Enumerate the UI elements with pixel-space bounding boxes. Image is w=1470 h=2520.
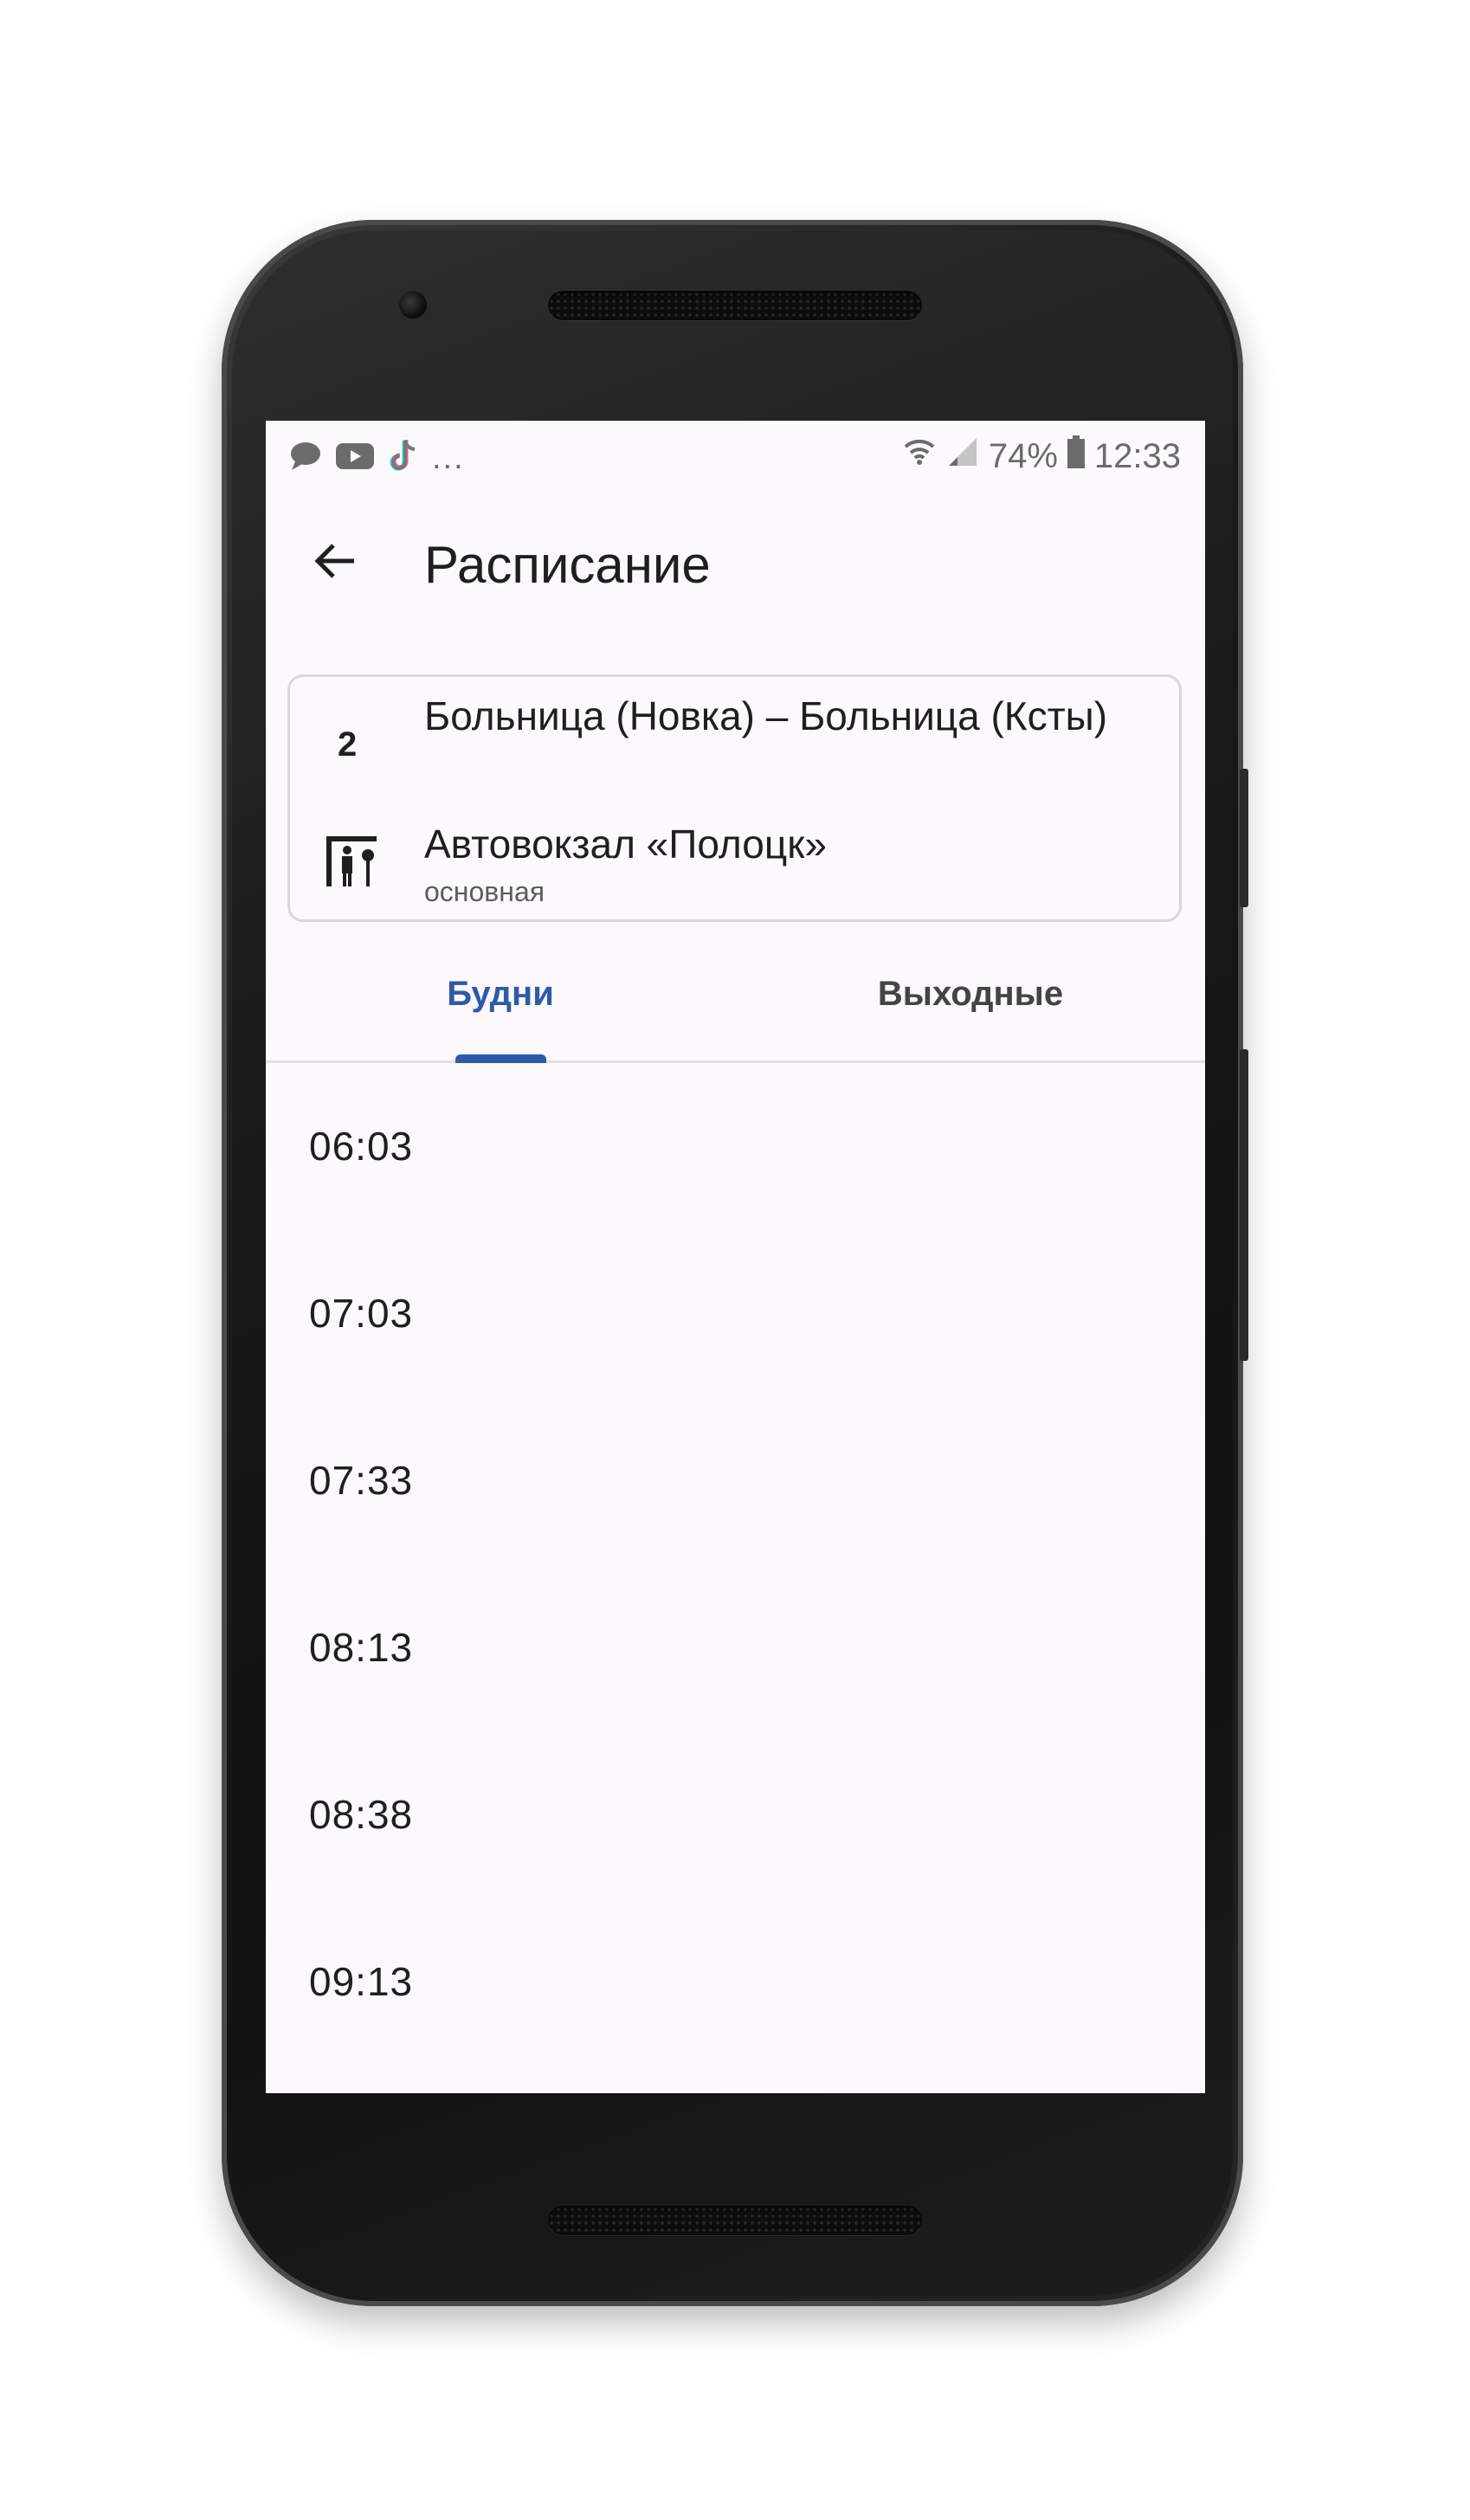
status-bar: ... 74% 12:33 bbox=[266, 421, 1205, 490]
departure-time: 07:03 bbox=[309, 1291, 414, 1336]
departure-time: 08:38 bbox=[309, 1792, 414, 1837]
stop-name: Автовокзал «Полоцк» bbox=[424, 822, 827, 867]
chat-bubble-icon bbox=[288, 441, 323, 476]
battery-percent: 74% bbox=[988, 436, 1058, 475]
more-notifications-indicator: ... bbox=[432, 440, 465, 476]
power-button bbox=[1240, 1049, 1248, 1361]
system-status: 74% 12:33 bbox=[902, 435, 1181, 478]
time-row[interactable]: 09:13 bbox=[266, 1901, 1205, 2068]
tab-weekdays-label: Будни bbox=[447, 975, 554, 1013]
tab-weekdays[interactable]: Будни bbox=[266, 959, 735, 1060]
active-tab-indicator bbox=[455, 1054, 546, 1063]
battery-icon bbox=[1067, 435, 1086, 478]
volume-button bbox=[1240, 769, 1248, 907]
departure-time: 08:13 bbox=[309, 1625, 414, 1670]
arrow-left-icon bbox=[311, 537, 359, 590]
clock: 12:33 bbox=[1093, 436, 1181, 475]
stage: ... 74% 12:33 Расписание 2 Больница (Нов… bbox=[0, 0, 1470, 2520]
cellular-signal-icon bbox=[945, 435, 980, 478]
youtube-icon bbox=[335, 441, 375, 475]
tab-weekend[interactable]: Выходные bbox=[736, 959, 1205, 1060]
front-camera bbox=[399, 291, 427, 319]
app-bar: Расписание bbox=[266, 490, 1205, 628]
stop-type: основная bbox=[424, 876, 545, 907]
departure-times-list: 06:03 07:03 07:33 08:13 08:38 09:13 bbox=[266, 1066, 1205, 2068]
tab-weekend-label: Выходные bbox=[877, 975, 1064, 1013]
route-card: 2 Больница (Новка) – Больница (Ксты) Авт… bbox=[287, 674, 1182, 922]
time-row[interactable]: 07:33 bbox=[266, 1400, 1205, 1567]
wifi-icon bbox=[902, 435, 937, 478]
notification-icons: ... bbox=[288, 438, 465, 479]
departure-time: 09:13 bbox=[309, 1959, 414, 2004]
departure-time: 06:03 bbox=[309, 1124, 414, 1169]
time-row[interactable]: 06:03 bbox=[266, 1066, 1205, 1233]
schedule-tabs: Будни Выходные bbox=[266, 959, 1205, 1063]
time-row[interactable]: 08:13 bbox=[266, 1567, 1205, 1734]
departure-time: 07:33 bbox=[309, 1458, 414, 1503]
bus-stop-icon bbox=[321, 831, 382, 892]
back-button[interactable] bbox=[300, 528, 370, 597]
route-number: 2 bbox=[338, 725, 358, 764]
time-row[interactable]: 08:38 bbox=[266, 1734, 1205, 1901]
bottom-speaker bbox=[548, 2206, 922, 2235]
screen: ... 74% 12:33 Расписание 2 Больница (Нов… bbox=[266, 421, 1205, 2093]
page-title: Расписание bbox=[424, 536, 711, 594]
top-speaker bbox=[548, 291, 922, 320]
route-name: Больница (Новка) – Больница (Ксты) bbox=[424, 693, 1108, 738]
tiktok-icon bbox=[387, 438, 420, 479]
time-row[interactable]: 07:03 bbox=[266, 1233, 1205, 1400]
